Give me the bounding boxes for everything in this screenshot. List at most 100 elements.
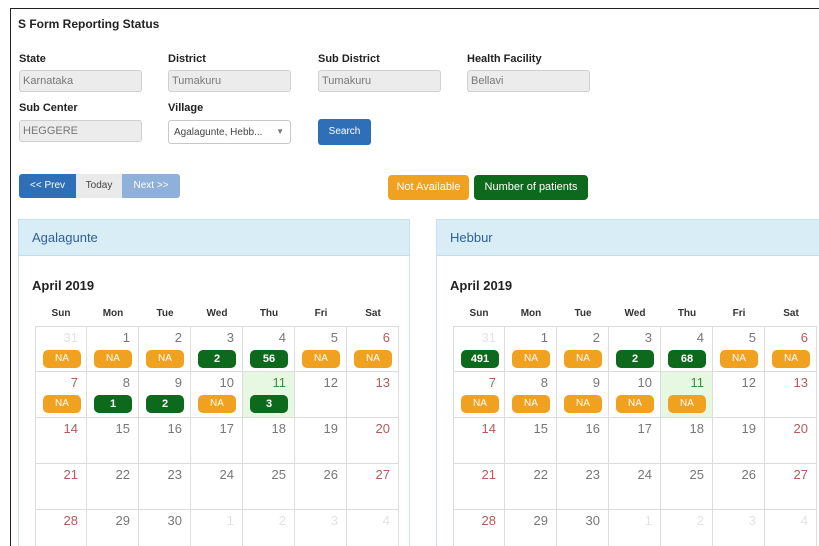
patient-count-badge: 68 [668,350,706,368]
calendar-day-cell[interactable]: 32 [609,326,661,372]
calendar-day-cell[interactable]: 11 3 [243,372,295,418]
calendar-day-cell[interactable]: 2 [661,510,713,546]
calendar-day-cell[interactable]: 19 [295,418,347,464]
day-number: 6 [800,330,808,345]
day-number: 17 [637,421,652,436]
calendar-day-cell[interactable]: 25 [661,464,713,510]
sub-center-label: Sub Center [19,102,78,114]
day-number: 26 [741,467,756,482]
calendar-day-cell[interactable]: 14 [453,418,505,464]
calendar-day-cell[interactable]: 1 [191,510,243,546]
calendar-day-cell[interactable]: 23 [557,464,609,510]
calendar-day-cell[interactable]: 21 [35,464,87,510]
calendar-day-cell[interactable]: 5 NA [295,326,347,372]
calendar-day-cell[interactable]: 5 NA [713,326,765,372]
calendar-day-cell[interactable]: 29 [505,510,557,546]
sub-center-field[interactable]: HEGGERE [19,120,142,142]
calendar-day-cell[interactable]: 81 [87,372,139,418]
today-button[interactable]: Today [76,174,122,198]
calendar-day-cell[interactable]: 18 [661,418,713,464]
calendar-day-cell[interactable]: 16 [557,418,609,464]
calendar-day-cell[interactable]: 15 [505,418,557,464]
prev-button[interactable]: << Prev [19,174,76,198]
calendar-day-cell[interactable]: 92 [139,372,191,418]
calendar-day-cell[interactable]: 2 [243,510,295,546]
calendar-day-cell[interactable]: 28 [453,510,505,546]
weekday-header: Sat [783,308,799,319]
calendar-day-cell[interactable]: 4 [765,510,817,546]
calendar-day-cell[interactable]: 31 491 [453,326,505,372]
state-field[interactable]: Karnataka [19,70,142,92]
calendar-day-cell[interactable]: 27 [765,464,817,510]
calendar-day-cell[interactable]: 8 NA [505,372,557,418]
calendar-day-cell[interactable]: 25 [243,464,295,510]
calendar-day-cell[interactable]: 29 [87,510,139,546]
calendar-day-cell[interactable]: 15 [87,418,139,464]
calendar-day-cell[interactable]: 24 [191,464,243,510]
calendar-day-cell[interactable]: 14 [35,418,87,464]
calendar-day-cell[interactable]: 2 NA [139,326,191,372]
calendar-navigation: << Prev Today Next >> [19,174,180,198]
village-select[interactable]: Agalagunte, Hebb... ▼ [168,120,291,144]
calendar-day-cell[interactable]: 3 [713,510,765,546]
calendar-day-cell[interactable]: 19 [713,418,765,464]
calendar-day-cell[interactable]: 23 [139,464,191,510]
calendar-day-cell[interactable]: 31 NA [35,326,87,372]
calendar-day-cell[interactable]: 22 [87,464,139,510]
calendar-day-cell[interactable]: 7 NA [35,372,87,418]
district-field[interactable]: Tumakuru [168,70,291,92]
calendar-day-cell[interactable]: 17 [609,418,661,464]
calendar-day-cell[interactable]: 12 [713,372,765,418]
calendar-day-cell[interactable]: 10 NA [609,372,661,418]
calendar-day-cell[interactable]: 9 NA [557,372,609,418]
calendar-day-cell[interactable]: 16 [139,418,191,464]
calendar-day-cell[interactable]: 24 [609,464,661,510]
calendar-day-cell[interactable]: 7 NA [453,372,505,418]
calendar-day-cell[interactable]: 2 NA [557,326,609,372]
day-number: 2 [174,330,182,345]
calendar-day-cell[interactable]: 1 [609,510,661,546]
calendar-day-cell[interactable]: 10 NA [191,372,243,418]
patient-count-badge: 491 [461,350,499,368]
calendar-day-cell[interactable]: 4 56 [243,326,295,372]
not-available-badge: NA [512,395,550,413]
calendar-day-cell[interactable]: 11 NA [661,372,713,418]
calendar-day-cell[interactable]: 20 [765,418,817,464]
calendar-day-cell[interactable]: 22 [505,464,557,510]
calendar-day-cell[interactable]: 13 [347,372,399,418]
calendar-day-cell[interactable]: 27 [347,464,399,510]
weekday-header: Tue [574,308,592,319]
calendar-day-cell[interactable]: 4 [347,510,399,546]
page-title: S Form Reporting Status [18,17,160,31]
calendar-day-cell[interactable]: 26 [295,464,347,510]
calendar-day-cell[interactable]: 30 [139,510,191,546]
health-facility-field[interactable]: Bellavi [467,70,590,92]
calendar-day-cell[interactable]: 30 [557,510,609,546]
next-button[interactable]: Next >> [122,174,180,198]
calendar-day-cell[interactable]: 13 [765,372,817,418]
calendar-day-cell[interactable]: 17 [191,418,243,464]
day-number: 28 [63,513,78,528]
calendar-day-cell[interactable]: 3 [295,510,347,546]
calendar-day-cell[interactable]: 18 [243,418,295,464]
calendar-day-cell[interactable]: 28 [35,510,87,546]
calendar-day-cell[interactable]: 4 68 [661,326,713,372]
calendar-day-cell[interactable]: 6 NA [347,326,399,372]
calendar-day-cell[interactable]: 26 [713,464,765,510]
calendar-day-cell[interactable]: 6 NA [765,326,817,372]
calendar-day-cell[interactable]: 32 [191,326,243,372]
day-number: 2 [696,513,704,528]
calendar-day-cell[interactable]: 1 NA [505,326,557,372]
search-button[interactable]: Search [318,119,371,145]
calendar-day-cell[interactable]: 21 [453,464,505,510]
calendar-day-cell[interactable]: 20 [347,418,399,464]
day-number: 13 [793,375,808,390]
not-available-badge: NA [94,350,132,368]
day-number: 15 [533,421,548,436]
panel-header-village: Agalagunte [19,220,409,256]
day-number: 1 [226,513,234,528]
day-number: 11 [272,375,287,390]
sub-district-field[interactable]: Tumakuru [318,70,441,92]
calendar-day-cell[interactable]: 12 [295,372,347,418]
calendar-day-cell[interactable]: 1 NA [87,326,139,372]
